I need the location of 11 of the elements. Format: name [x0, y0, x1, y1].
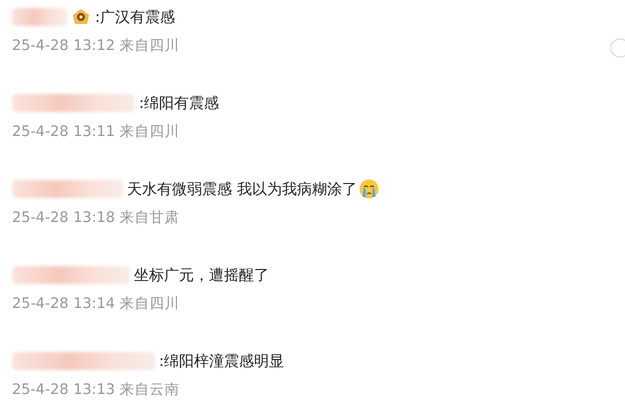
comment-meta: 25-4-28 13:13 来自云南: [12, 381, 180, 399]
comment-meta: 25-4-28 13:11 来自四川: [12, 123, 180, 141]
comment-text: :广汉有震感: [95, 8, 176, 26]
comment-text: :绵阳有震感: [139, 94, 220, 112]
comment-text: 坐标广元，遭摇醒了: [134, 266, 269, 284]
blurred-username: [12, 8, 67, 26]
comment-meta: 25-4-28 13:14 来自四川: [12, 295, 180, 313]
comment-text: :绵阳梓潼震感明显: [159, 352, 284, 370]
comment-meta: 25-4-28 13:12 来自四川: [12, 37, 180, 55]
comment-text: 天水有微弱震感 我以为我病糊涂了: [127, 180, 357, 198]
comment-meta: 25-4-28 13:18 来自甘肃: [12, 209, 180, 227]
